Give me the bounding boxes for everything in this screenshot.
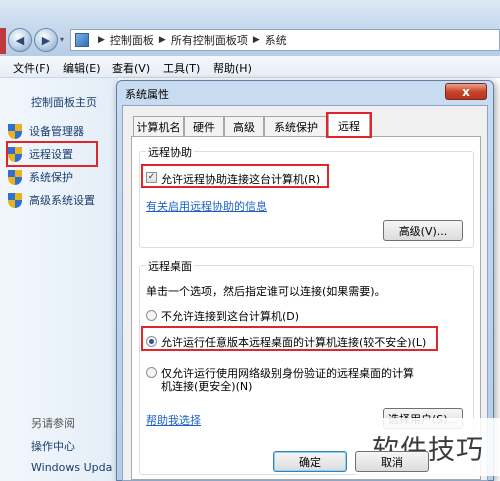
remote-assistance-info-link[interactable]: 有关启用远程协助的信息 <box>146 198 267 214</box>
breadcrumb-system[interactable]: 系统 <box>265 32 287 48</box>
advanced-button[interactable]: 高级(V)... <box>383 220 463 241</box>
control-panel-icon <box>75 33 89 47</box>
deny-connections-label[interactable]: 不允许连接到这台计算机(D) <box>161 308 299 324</box>
menu-edit[interactable]: 编辑(E) <box>63 60 101 76</box>
left-navigation-pane: 控制面板主页 设备管理器 远程设置 系统保护 高级系统设置 另请参阅 操作中心 … <box>0 78 118 481</box>
back-button[interactable]: ◀ <box>8 28 32 52</box>
remote-settings-highlight <box>6 141 98 167</box>
arrow-left-icon: ◀ <box>15 33 25 47</box>
uac-shield-icon <box>8 169 22 185</box>
address-bar[interactable]: ▶ 控制面板 ▶ 所有控制面板项 ▶ 系统 <box>70 29 500 51</box>
advanced-system-settings-label: 高级系统设置 <box>29 194 95 207</box>
dialog-title: 系统属性 <box>125 88 169 101</box>
system-protection-label: 系统保护 <box>29 171 73 184</box>
menu-help[interactable]: 帮助(H) <box>213 60 252 76</box>
ok-button[interactable]: 确定 <box>273 451 347 472</box>
menu-file[interactable]: 文件(F) <box>13 60 50 76</box>
device-manager-link[interactable]: 设备管理器 <box>8 123 84 139</box>
tab-system-protection[interactable]: 系统保护 <box>264 116 328 136</box>
radio-highlight <box>141 326 438 351</box>
remote-tab-highlight <box>326 112 372 138</box>
chevron-right-icon: ▶ <box>98 35 105 45</box>
menu-tools[interactable]: 工具(T) <box>163 60 200 76</box>
breadcrumb-all-items[interactable]: 所有控制面板项 <box>171 32 248 48</box>
tab-hardware[interactable]: 硬件 <box>184 116 224 136</box>
remote-assistance-title: 远程协助 <box>146 144 194 160</box>
close-button[interactable]: x <box>445 83 487 100</box>
tab-computer-name[interactable]: 计算机名 <box>133 116 184 136</box>
red-edge-decoration <box>0 28 6 54</box>
uac-shield-icon <box>8 192 22 208</box>
menu-bar: 文件(F) 编辑(E) 查看(V) 工具(T) 帮助(H) <box>0 56 500 78</box>
tab-advanced[interactable]: 高级 <box>224 116 264 136</box>
action-center-link[interactable]: 操作中心 <box>31 438 75 454</box>
device-manager-label: 设备管理器 <box>29 125 84 138</box>
remote-assistance-group: 远程协助 ✓ 允许远程协助连接这台计算机(R) 有关启用远程协助的信息 高级(V… <box>139 144 474 248</box>
help-me-choose-link[interactable]: 帮助我选择 <box>146 412 201 428</box>
arrow-right-icon: ▶ <box>41 33 51 47</box>
remote-desktop-title: 远程桌面 <box>146 258 194 274</box>
control-panel-home-link[interactable]: 控制面板主页 <box>31 94 97 110</box>
radio-allow-nla-only[interactable] <box>146 367 157 378</box>
forward-button[interactable]: ▶ <box>34 28 58 52</box>
allow-nla-label-line2[interactable]: 机连接(更安全)(N) <box>161 378 252 394</box>
checkbox-highlight <box>141 164 329 188</box>
see-also-heading: 另请参阅 <box>31 417 75 430</box>
advanced-system-settings-link[interactable]: 高级系统设置 <box>8 192 95 208</box>
radio-deny-connections[interactable] <box>146 310 157 321</box>
chevron-right-icon: ▶ <box>252 35 260 45</box>
windows-update-link[interactable]: Windows Upda <box>31 461 112 474</box>
system-protection-link[interactable]: 系统保护 <box>8 169 73 185</box>
cancel-button[interactable]: 取消 <box>355 451 429 472</box>
breadcrumb-control-panel[interactable]: 控制面板 <box>110 32 154 48</box>
close-icon: x <box>462 84 470 99</box>
chevron-right-icon: ▶ <box>158 35 166 45</box>
menu-view[interactable]: 查看(V) <box>112 60 150 76</box>
uac-shield-icon <box>8 123 22 139</box>
remote-desktop-instruction: 单击一个选项，然后指定谁可以连接(如果需要)。 <box>146 285 386 298</box>
history-dropdown-icon[interactable]: ▾ <box>60 35 68 44</box>
